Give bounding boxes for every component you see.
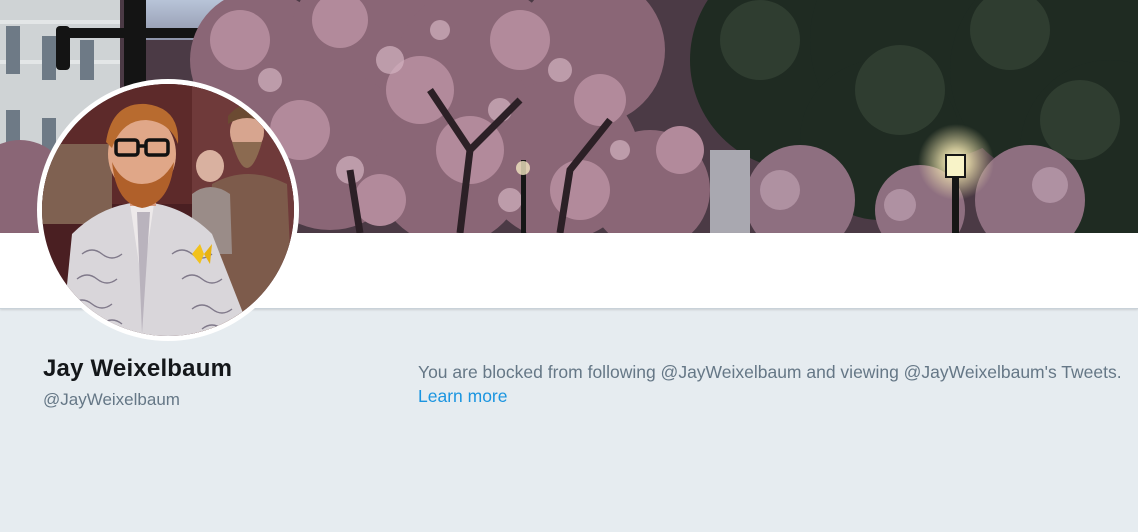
learn-more-link[interactable]: Learn more [418,384,508,408]
avatar-photo [42,84,294,336]
profile-handle[interactable]: @JayWeixelbaum [43,390,180,410]
blocked-notice-text: You are blocked from following @JayWeixe… [418,362,1122,382]
profile-avatar[interactable] [37,79,299,341]
profile-page: Jay Weixelbaum @JayWeixelbaum You are bl… [0,0,1138,532]
profile-display-name[interactable]: Jay Weixelbaum [43,355,232,383]
